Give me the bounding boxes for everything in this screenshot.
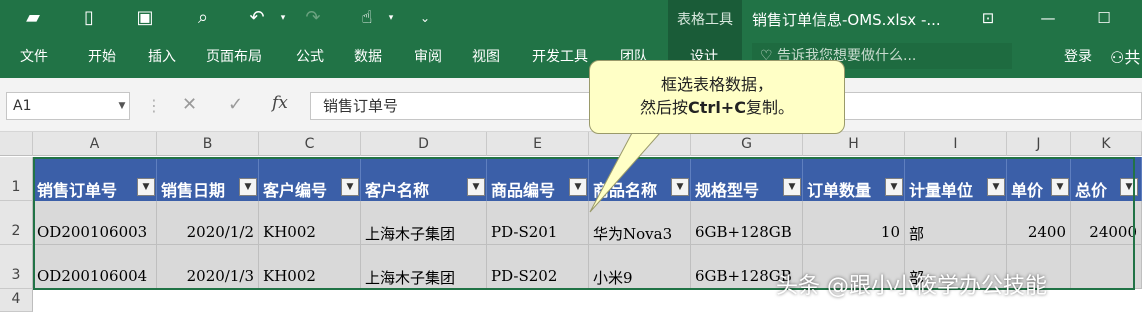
- callout-text: 然后按: [640, 98, 689, 117]
- callout-line-2: 然后按Ctrl+C复制。: [590, 96, 844, 119]
- callout-bubble: 框选表格数据， 然后按Ctrl+C复制。: [589, 60, 845, 134]
- watermark-text: 头条 @跟小小筱学办公技能: [776, 274, 1047, 299]
- callout-pointer: [589, 132, 662, 213]
- callout-line-1: 框选表格数据，: [660, 75, 773, 94]
- callout-text: 复制。: [745, 98, 794, 117]
- callout-shortcut: Ctrl+C: [688, 98, 746, 117]
